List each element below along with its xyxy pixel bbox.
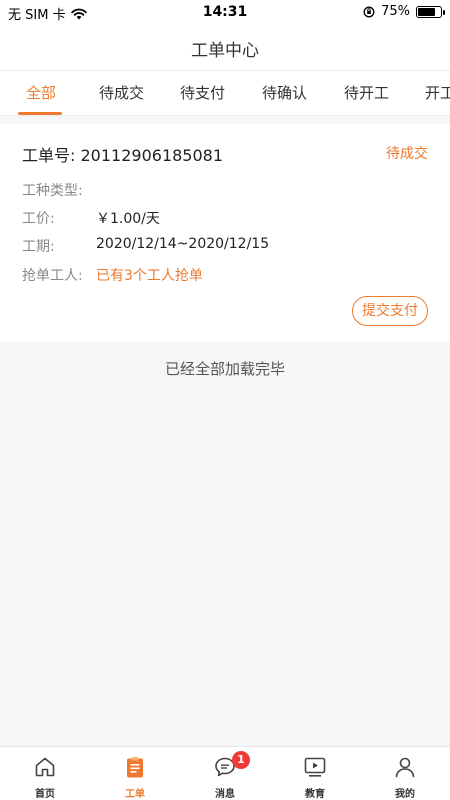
price-row: 工价: ￥1.00/天 (22, 208, 160, 228)
battery-level (418, 7, 435, 16)
tab-pending-payment[interactable]: 待支付 (180, 71, 225, 115)
active-tab-indicator (18, 112, 62, 115)
order-number-value: 20112906185081 (80, 146, 224, 165)
period-value: 2020/12/14~2020/12/15 (96, 236, 270, 252)
battery-icon (416, 5, 445, 18)
tabbar-label-orders: 工单 (125, 789, 145, 800)
tab-pending-confirm[interactable]: 待确认 (262, 71, 307, 115)
orientation-lock-icon (363, 6, 375, 17)
price-value: ￥1.00/天 (96, 211, 160, 227)
nav-bar: 工单中心 (0, 26, 450, 70)
battery-percent: 75% (381, 4, 410, 19)
work-type-label: 工种类型: (22, 183, 83, 199)
period-row: 工期: 2020/12/14~2020/12/15 (22, 236, 269, 256)
grab-value: 已有3个工人抢单 (96, 268, 203, 284)
tab-started[interactable]: 开工 (425, 71, 450, 115)
period-label: 工期: (22, 239, 55, 255)
tab-pending-start[interactable]: 待开工 (344, 71, 389, 115)
tabbar-item-messages[interactable]: 1 消息 (180, 747, 270, 800)
price-label: 工价: (22, 211, 55, 227)
message-count-badge: 1 (232, 751, 250, 769)
status-right: 75% (363, 4, 445, 19)
clipboard-icon (127, 757, 143, 778)
submit-payment-button[interactable]: 提交支付 (352, 296, 428, 326)
user-icon (395, 757, 415, 778)
grab-row: 抢单工人: 已有3个工人抢单 (22, 265, 203, 285)
tabbar-item-orders[interactable]: 工单 (90, 747, 180, 800)
tabbar-label-home: 首页 (35, 789, 55, 800)
tabbar-label-mine: 我的 (395, 789, 415, 800)
work-type-row: 工种类型: (22, 180, 83, 200)
tabbar-item-education[interactable]: 教育 (270, 747, 360, 800)
order-status-tabs: 全部 待成交 待支付 待确认 待开工 开工 (0, 70, 450, 116)
list-end-text: 已经全部加载完毕 (164, 360, 285, 378)
work-order-screen: 无 SIM 卡 14:31 75% 工单中心 全部 待成交 待支付 待确认 待开… (0, 0, 450, 800)
order-status-badge: 待成交 (386, 146, 428, 162)
tab-pending-deal[interactable]: 待成交 (99, 71, 144, 115)
status-bar: 无 SIM 卡 14:31 75% (0, 0, 450, 26)
video-icon (304, 757, 326, 777)
tabbar-item-home[interactable]: 首页 (0, 747, 90, 800)
tabbar-label-education: 教育 (305, 789, 325, 800)
home-icon (35, 757, 55, 777)
tab-all[interactable]: 全部 (26, 71, 56, 115)
order-number-label: 工单号: (22, 146, 76, 165)
tabbar-item-mine[interactable]: 我的 (360, 747, 450, 800)
page-title: 工单中心 (191, 40, 259, 61)
grab-label: 抢单工人: (22, 268, 83, 284)
order-card[interactable]: 工单号: 20112906185081 待成交 工种类型: 工价: ￥1.00/… (0, 124, 450, 342)
bottom-tab-bar: 首页 工单 1 消息 教育 我的 (0, 746, 450, 800)
tabbar-label-messages: 消息 (215, 789, 235, 800)
order-number: 工单号: 20112906185081 (22, 142, 223, 166)
